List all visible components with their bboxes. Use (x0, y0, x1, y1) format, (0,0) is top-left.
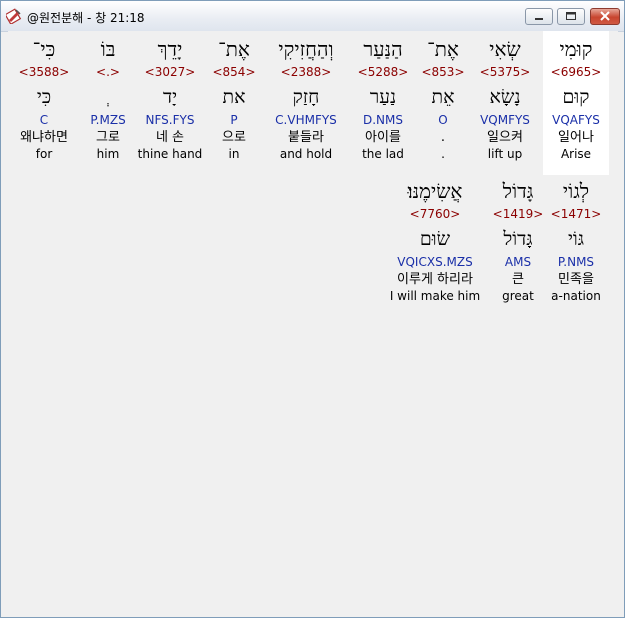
strong-number[interactable]: <3027> (134, 63, 206, 81)
word-cell[interactable]: לְגוֹי <1471> גּוֹי P.NMS 민족을 a-nation (543, 177, 609, 304)
english-gloss: I will make him (389, 289, 481, 303)
english-gloss: thine hand (137, 147, 203, 161)
close-icon (600, 11, 610, 21)
korean-gloss: 왜냐하면 (20, 130, 68, 145)
minimize-icon (535, 18, 543, 20)
korean-gloss: 붙들라 (288, 130, 324, 145)
korean-gloss: 큰 (512, 272, 524, 287)
strong-number[interactable]: <5288> (350, 63, 416, 81)
english-gloss: a-nation (551, 289, 601, 303)
maximize-button[interactable] (557, 8, 585, 25)
app-icon (6, 8, 22, 24)
hebrew-word: אֲשִׂימֶנּוּ׃ (407, 179, 463, 203)
korean-gloss: 민족을 (558, 272, 594, 287)
lexical-form: יָד (162, 86, 178, 108)
english-gloss: in (228, 147, 240, 161)
lexical-form: את (222, 86, 246, 108)
parsing-code: NFS.FYS (145, 113, 195, 127)
strong-number[interactable]: <1419> (485, 205, 551, 223)
english-gloss: Arise (560, 147, 592, 161)
word-cell[interactable]: קוּמִי <6965> קוּם VQAFYS 일어나 Arise (543, 31, 609, 175)
parse-view: קוּמִי <6965> קוּם VQAFYS 일어나 Arise שְׂא… (8, 31, 618, 611)
hebrew-word: אֶת־ (218, 37, 250, 61)
parsing-code: D.NMS (362, 113, 403, 127)
title-bar[interactable]: @원전분해 - 창 21:18 (1, 1, 624, 32)
hebrew-word: שְׂאִי (489, 37, 521, 61)
hebrew-word: יָדֵךְ (157, 37, 183, 61)
strong-number[interactable]: <853> (411, 63, 475, 81)
strong-number[interactable]: <5375> (472, 63, 538, 81)
maximize-icon (566, 12, 576, 20)
english-gloss: . (441, 147, 445, 161)
word-cell[interactable]: יָדֵךְ <3027> יָד NFS.FYS 네 손 thine hand (134, 35, 206, 162)
strong-number[interactable]: <1471> (543, 205, 609, 223)
lexical-form: קוּם (562, 86, 590, 108)
hebrew-word: וְהַחֲזִיקִי (278, 37, 334, 61)
hebrew-word: לְגוֹי (562, 179, 590, 203)
parsing-code: VQICXS.MZS (397, 255, 473, 269)
lexical-form: גּוֹי (567, 228, 585, 250)
word-cell[interactable]: בּוֹ <.> ְ P.MZS 그로 him (77, 35, 139, 162)
english-gloss: and hold (279, 147, 333, 161)
english-gloss: him (96, 147, 120, 161)
korean-gloss: 으로 (222, 130, 246, 145)
word-cell[interactable]: הַנַּעַר <5288> נַעַר D.NMS 아이를 the lad (350, 35, 416, 162)
korean-gloss: 아이를 (365, 130, 401, 145)
minimize-button[interactable] (525, 8, 553, 25)
strong-number[interactable]: <6965> (543, 63, 609, 81)
lexical-form: אֵת (431, 86, 455, 108)
lexical-form: ְ (77, 83, 139, 111)
word-cell[interactable]: וְהַחֲזִיקִי <2388> חָזַק C.VHMFYS 붙들라 a… (265, 35, 347, 162)
parsing-code: P.NMS (557, 255, 595, 269)
lexical-form: נַעַר (369, 86, 397, 108)
korean-gloss: 일어나 (558, 130, 594, 145)
hebrew-word: כִּי־ (32, 37, 56, 61)
strong-number[interactable]: <3588> (10, 63, 78, 81)
parsing-code: P (230, 113, 238, 127)
lexical-form: חָזַק (292, 86, 320, 108)
strong-number[interactable]: <2388> (265, 63, 347, 81)
english-gloss: for (35, 147, 53, 161)
hebrew-word: בּוֹ (100, 37, 116, 61)
close-button[interactable] (590, 8, 620, 25)
parsing-code: AMS (504, 255, 532, 269)
korean-gloss: 네 손 (155, 130, 185, 145)
korean-gloss: 일으켜 (487, 130, 523, 145)
word-cell[interactable]: אֶת־ <854> את P 으로 in (202, 35, 266, 162)
hebrew-word: גָּדוֹל (502, 179, 534, 203)
hebrew-word: קוּמִי (559, 37, 593, 61)
english-gloss: great (502, 289, 534, 303)
english-gloss: the lad (362, 147, 404, 161)
lexical-form: כִּי (36, 86, 52, 108)
strong-number[interactable]: <854> (202, 63, 266, 81)
word-cell[interactable]: גָּדוֹל <1419> גָּדוֹל AMS 큰 great (485, 177, 551, 304)
lexical-form: נָשָׂא (489, 86, 521, 108)
parsing-code: O (438, 113, 448, 127)
hebrew-word: הַנַּעַר (363, 37, 403, 61)
korean-gloss: 이루게 하리라 (397, 272, 473, 287)
word-cell[interactable]: שְׂאִי <5375> נָשָׂא VQMFYS 일으켜 lift up (472, 35, 538, 162)
english-gloss: lift up (487, 147, 523, 161)
word-cell[interactable]: אֶת־ <853> אֵת O . . (411, 35, 475, 162)
window-title: @원전분해 - 창 21:18 (27, 11, 145, 25)
lexical-form: גָּדוֹל (503, 228, 533, 250)
lexical-form: שׂוּם (419, 228, 451, 250)
parsing-code: VQAFYS (552, 113, 600, 127)
parsing-code: C (39, 113, 49, 127)
parsing-code: P.MZS (90, 113, 126, 127)
hebrew-word: אֶת־ (427, 37, 459, 61)
strong-number[interactable]: <.> (77, 63, 139, 81)
word-cell[interactable]: כִּי־ <3588> כִּי C 왜냐하면 for (10, 35, 78, 162)
word-cell[interactable]: אֲשִׂימֶנּוּ׃ <7760> שׂוּם VQICXS.MZS 이루… (382, 177, 488, 304)
strong-number[interactable]: <7760> (382, 205, 488, 223)
parsing-code: C.VHMFYS (275, 113, 337, 127)
korean-gloss: 그로 (96, 130, 120, 145)
korean-gloss: . (440, 130, 446, 145)
app-window: @원전분해 - 창 21:18 קוּמִי <6965> קוּם VQAFY… (0, 0, 625, 618)
parsing-code: VQMFYS (480, 113, 530, 127)
